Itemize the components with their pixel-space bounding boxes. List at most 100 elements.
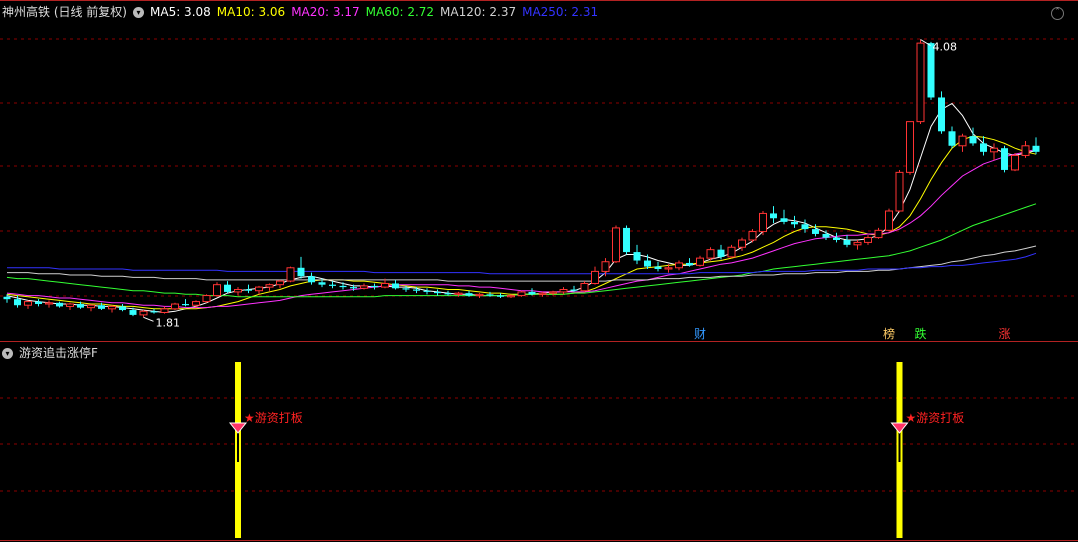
- candle-body: [601, 261, 610, 272]
- candle: [45, 300, 53, 308]
- candle: [916, 39, 925, 125]
- candle-body: [350, 287, 357, 289]
- candle-body: [329, 284, 336, 286]
- candle-body: [423, 290, 431, 292]
- candle-body: [160, 308, 169, 313]
- candle-body: [958, 135, 967, 147]
- candle-body: [308, 276, 315, 283]
- main-chart-header: 神州高铁 (日线 前复权) ▾ MA5: 3.08 MA10: 3.06 MA20: 3…: [2, 5, 604, 19]
- candle-body: [538, 292, 547, 295]
- candle-body: [77, 304, 84, 308]
- candle-body: [45, 302, 53, 305]
- candle: [727, 244, 736, 259]
- candle-body: [801, 224, 809, 230]
- candle-body: [171, 303, 179, 310]
- candle: [895, 169, 904, 213]
- candle-body: [559, 289, 568, 293]
- ma-line-ma120: [7, 245, 1037, 282]
- candle-body: [381, 282, 389, 288]
- candle-body: [948, 131, 956, 146]
- candle-body: [1032, 145, 1040, 152]
- candle: [475, 293, 484, 298]
- candle: [559, 287, 568, 295]
- event-marker: 财: [694, 327, 706, 341]
- candle: [66, 302, 74, 311]
- candle-body: [969, 136, 977, 144]
- candle: [686, 258, 693, 267]
- candle: [885, 208, 893, 232]
- candle-body: [507, 295, 515, 298]
- candle: [297, 256, 305, 279]
- candle: [1011, 153, 1019, 172]
- candle: [623, 225, 630, 255]
- candle-body: [727, 246, 736, 258]
- signal-label: ★游资打板: [906, 411, 965, 425]
- candle: [812, 224, 819, 237]
- candle: [958, 133, 967, 152]
- candle-body: [1021, 145, 1030, 156]
- candle: [182, 299, 189, 307]
- event-marker: 榜: [883, 326, 895, 341]
- candle-body: [150, 311, 158, 313]
- candle-body: [129, 310, 137, 315]
- candle: [308, 272, 315, 285]
- stock-title: 神州高铁 (日线 前复权): [2, 5, 127, 19]
- candle: [224, 281, 231, 294]
- ma250-label: MA250: 2.31: [522, 5, 599, 19]
- candle: [948, 126, 956, 149]
- ma-line-ma20: [6, 148, 1037, 309]
- candle-body: [717, 249, 725, 257]
- candle: [980, 136, 987, 156]
- candle-body: [822, 233, 830, 238]
- candle-body: [864, 237, 872, 243]
- collapse-chevron-icon[interactable]: ˆ: [1051, 7, 1064, 20]
- candle-body: [213, 284, 221, 297]
- ma20-label: MA20: 3.17: [291, 5, 360, 19]
- candle: [791, 215, 798, 228]
- candle-body: [192, 301, 200, 306]
- candle-body: [245, 289, 252, 291]
- candle-body: [371, 285, 378, 288]
- candle-body: [202, 295, 211, 303]
- candle: [360, 283, 368, 290]
- candle-body: [497, 295, 504, 297]
- candle-body: [980, 143, 987, 152]
- settings-dropdown-icon[interactable]: ▾: [133, 7, 144, 18]
- candle-body: [402, 288, 410, 290]
- candle: [24, 300, 32, 309]
- candle-body: [444, 293, 452, 295]
- candle: [139, 310, 148, 318]
- candle: [150, 308, 158, 314]
- candle-body: [517, 291, 526, 297]
- candle: [591, 266, 599, 285]
- candle-body: [392, 283, 399, 289]
- candle: [108, 305, 116, 313]
- candle-body: [35, 301, 42, 305]
- candle-body: [265, 284, 274, 288]
- candle: [843, 235, 851, 248]
- candle-body: [833, 237, 840, 240]
- candle: [706, 247, 715, 261]
- candle: [696, 255, 704, 267]
- indicator-dropdown-icon[interactable]: ▾: [2, 348, 13, 359]
- candle-body: [990, 147, 998, 153]
- candlestick-chart[interactable]: 1.81 4.08 财 榜 跌 涨 ★游资打板 ★游资打板: [0, 0, 1078, 542]
- candle-body: [738, 239, 746, 248]
- candle-body: [1001, 148, 1008, 170]
- event-marker: 涨: [999, 326, 1011, 341]
- candle-body: [916, 42, 925, 123]
- candle-body: [748, 231, 757, 241]
- candle-body: [895, 171, 904, 212]
- candle: [213, 282, 221, 297]
- candle: [202, 294, 211, 303]
- candle: [160, 306, 169, 314]
- candle-body: [570, 289, 578, 291]
- candle-body: [234, 289, 242, 293]
- indicator-header: ▾ 游资追击涨停F: [2, 346, 104, 360]
- candle-body: [812, 229, 819, 234]
- candle-body: [434, 291, 441, 294]
- candle: [1021, 140, 1030, 158]
- candle-body: [791, 221, 798, 225]
- candle-body: [591, 270, 599, 284]
- signal-bar-gap: [237, 432, 239, 462]
